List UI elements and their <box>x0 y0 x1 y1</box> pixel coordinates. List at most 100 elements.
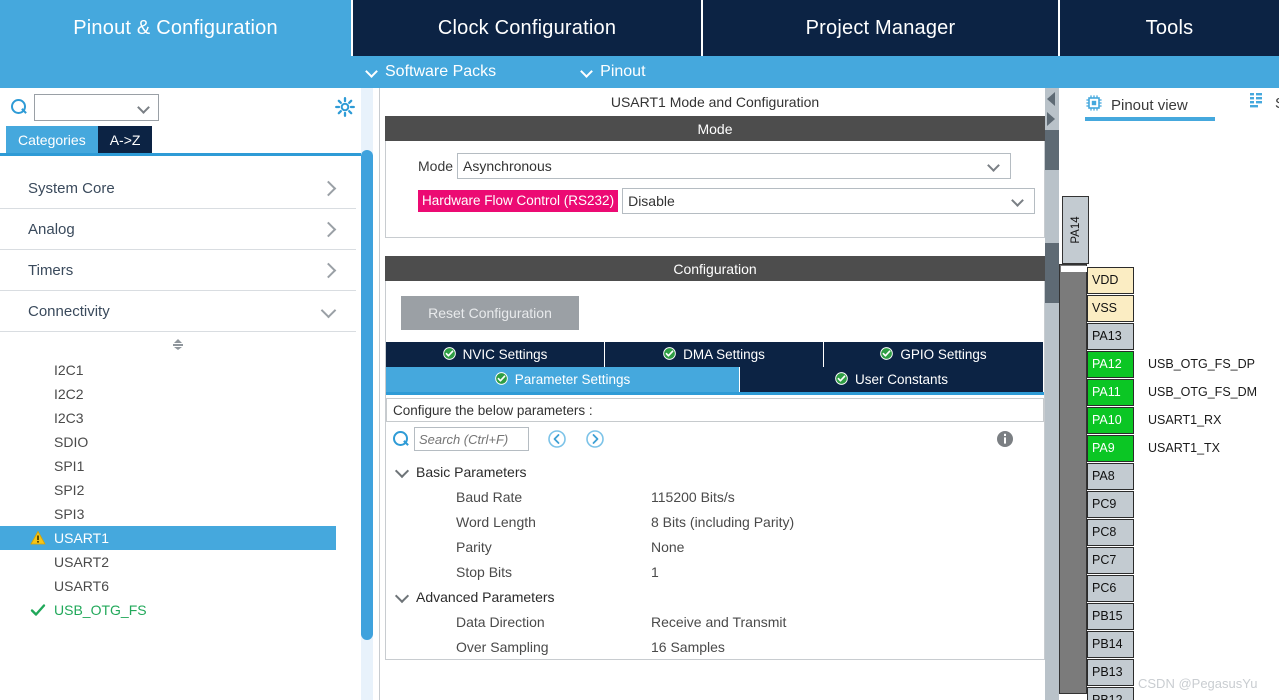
param-name: Parity <box>386 539 651 555</box>
peripheral-item-usb-otg-fs[interactable]: USB_OTG_FS <box>0 598 356 622</box>
watermark: CSDN @PegasusYu <box>1138 676 1257 691</box>
pin-row: PC8 <box>1087 518 1279 546</box>
tree-group-label: Connectivity <box>28 303 110 320</box>
peripheral-label: SPI2 <box>54 482 84 498</box>
hardware-flow-control-select[interactable]: Disable <box>622 188 1035 214</box>
pin-pc7[interactable]: PC7 <box>1087 547 1134 574</box>
pin-pc6[interactable]: PC6 <box>1087 575 1134 602</box>
parameter-search-row <box>386 422 1044 456</box>
param-row-over-sampling[interactable]: Over Sampling 16 Samples <box>386 634 1044 659</box>
peripheral-item-usart1[interactable]: USART1 <box>0 526 336 550</box>
peripheral-item-spi1[interactable]: SPI1 <box>0 454 356 478</box>
pin-row: VSS <box>1087 294 1279 322</box>
collapse-left-icon[interactable] <box>1047 92 1055 106</box>
pin-pc8[interactable]: PC8 <box>1087 519 1134 546</box>
gear-icon[interactable] <box>335 97 355 117</box>
pin-vss[interactable]: VSS <box>1087 295 1134 322</box>
tab-nvic-settings[interactable]: NVIC Settings <box>386 342 605 367</box>
pin-label: PC8 <box>1092 525 1116 539</box>
peripheral-item-i2c2[interactable]: I2C2 <box>0 382 356 406</box>
pin-pa9[interactable]: PA9 <box>1087 435 1134 462</box>
tab-user-constants[interactable]: User Constants <box>740 367 1043 392</box>
parameter-search-field[interactable] <box>414 427 529 451</box>
collapse-right-icon[interactable] <box>1047 112 1055 126</box>
tree-resize-handle[interactable] <box>0 332 356 356</box>
pin-label: PA12 <box>1092 357 1122 371</box>
tab-label: Project Manager <box>806 17 956 40</box>
panel-splitter[interactable] <box>1045 88 1059 700</box>
pin-signal: USART1_TX <box>1148 441 1220 455</box>
tab-pinout-configuration[interactable]: Pinout & Configuration <box>0 0 353 56</box>
param-row-baud-rate[interactable]: Baud Rate 115200 Bits/s <box>386 484 1044 509</box>
pin-pb15[interactable]: PB15 <box>1087 603 1134 630</box>
info-icon[interactable] <box>996 430 1014 448</box>
tab-dma-settings[interactable]: DMA Settings <box>605 342 824 367</box>
chevron-down-icon <box>396 466 408 478</box>
prev-circle-icon[interactable] <box>547 429 567 449</box>
peripheral-label: I2C3 <box>54 410 84 426</box>
pin-pa11[interactable]: PA11 <box>1087 379 1134 406</box>
pin-label: PC6 <box>1092 581 1116 595</box>
config-tabs-row-2: Parameter Settings User Constants <box>386 367 1044 392</box>
tab-label: Pinout & Configuration <box>73 17 278 40</box>
param-row-stop-bits[interactable]: Stop Bits 1 <box>386 559 1044 584</box>
menu-software-packs[interactable]: Software Packs <box>367 63 496 81</box>
pin-pa10[interactable]: PA10 <box>1087 407 1134 434</box>
tab-parameter-settings[interactable]: Parameter Settings <box>386 367 740 392</box>
peripheral-item-i2c3[interactable]: I2C3 <box>0 406 356 430</box>
panel-title: USART1 Mode and Configuration <box>385 88 1045 116</box>
pin-pa12[interactable]: PA12 <box>1087 351 1134 378</box>
tab-a-to-z[interactable]: A->Z <box>98 126 153 153</box>
pin-pc9[interactable]: PC9 <box>1087 491 1134 518</box>
sidebar-scrollbar-thumb[interactable] <box>361 150 373 640</box>
pin-pa8[interactable]: PA8 <box>1087 463 1134 490</box>
peripheral-item-usart2[interactable]: USART2 <box>0 550 356 574</box>
parameter-search-input[interactable] <box>415 432 523 447</box>
system-view-icon <box>1250 92 1269 114</box>
param-row-parity[interactable]: Parity None <box>386 534 1044 559</box>
pin-pb13[interactable]: PB13 <box>1087 659 1134 686</box>
tab-gpio-settings[interactable]: GPIO Settings <box>824 342 1043 367</box>
peripheral-item-usart6[interactable]: USART6 <box>0 574 356 598</box>
tab-categories[interactable]: Categories <box>6 126 98 153</box>
next-circle-icon[interactable] <box>585 429 605 449</box>
sidebar-tab-underline <box>0 153 372 156</box>
pin-label: VSS <box>1092 301 1117 315</box>
param-row-data-direction[interactable]: Data Direction Receive and Transmit <box>386 609 1044 634</box>
tab-label: Tools <box>1146 17 1194 40</box>
pin-pb14[interactable]: PB14 <box>1087 631 1134 658</box>
pin-label: PA13 <box>1092 329 1122 343</box>
peripheral-item-spi2[interactable]: SPI2 <box>0 478 356 502</box>
param-row-word-length[interactable]: Word Length 8 Bits (including Parity) <box>386 509 1044 534</box>
tab-tools[interactable]: Tools <box>1060 0 1279 56</box>
peripheral-item-i2c1[interactable]: I2C1 <box>0 358 356 382</box>
splitter-handle[interactable] <box>1045 130 1059 170</box>
menu-pinout[interactable]: Pinout <box>582 63 645 81</box>
tree-group-analog[interactable]: Analog <box>0 209 356 250</box>
mode-select[interactable]: Asynchronous <box>457 153 1011 179</box>
pin-pa14[interactable]: PA14 <box>1062 196 1089 264</box>
search-input[interactable] <box>35 96 135 119</box>
peripheral-item-sdio[interactable]: SDIO <box>0 430 356 454</box>
pin-pb12[interactable]: PB12 <box>1087 687 1134 700</box>
mode-label: Mode <box>418 158 453 174</box>
peripheral-item-spi3[interactable]: SPI3 <box>0 502 356 526</box>
chip-pin-diagram: PA14 VDD VSS <box>1059 88 1279 700</box>
param-group-advanced[interactable]: Advanced Parameters <box>386 584 1044 609</box>
tree-group-timers[interactable]: Timers <box>0 250 356 291</box>
tab-project-manager[interactable]: Project Manager <box>703 0 1060 56</box>
search-combo[interactable] <box>34 94 159 121</box>
splitter-handle[interactable] <box>1045 243 1059 303</box>
pin-row: PA12 USB_OTG_FS_DP <box>1087 350 1279 378</box>
pin-pa13[interactable]: PA13 <box>1087 323 1134 350</box>
tab-system-view[interactable]: S <box>1250 92 1279 114</box>
param-group-basic[interactable]: Basic Parameters <box>386 459 1044 484</box>
tab-clock-configuration[interactable]: Clock Configuration <box>353 0 703 56</box>
tree-group-system-core[interactable]: System Core <box>0 168 356 209</box>
tree-group-connectivity[interactable]: Connectivity <box>0 291 356 332</box>
config-tab-underline <box>386 392 1044 395</box>
pin-vdd[interactable]: VDD <box>1087 267 1134 294</box>
tab-label: User Constants <box>855 372 948 387</box>
flow-control-value: Disable <box>628 193 675 209</box>
reset-configuration-button[interactable]: Reset Configuration <box>401 296 579 330</box>
